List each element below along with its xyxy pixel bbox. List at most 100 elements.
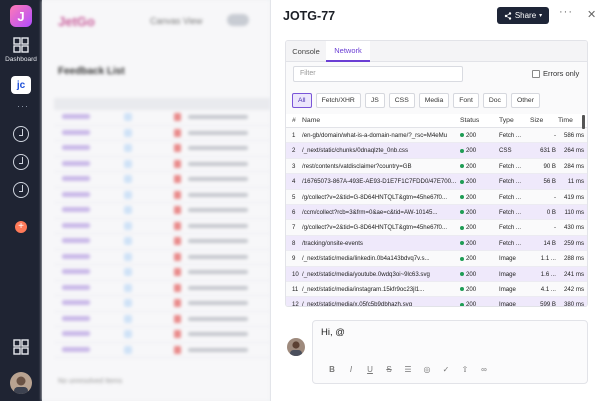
filter-js[interactable]: JS bbox=[364, 93, 385, 108]
comment-input[interactable]: Hi, @ B I U S ☰ ◎ ✓ ⇧ ∞ bbox=[312, 320, 588, 384]
close-icon[interactable]: ✕ bbox=[587, 8, 596, 21]
table-row[interactable]: 11/_next/static/media/instagram.15kfr9oc… bbox=[286, 282, 587, 298]
table-row[interactable]: 5/g/collect?v=2&tid=G-8D64HNTQLT&gtm=45h… bbox=[286, 190, 587, 205]
table-row[interactable]: 12/_next/static/media/x.05fc5b9dbhazh.sv… bbox=[286, 297, 587, 307]
workspace-active[interactable]: jc bbox=[11, 76, 31, 94]
tab-console[interactable]: Console bbox=[286, 41, 326, 62]
table-row[interactable]: 1/en-gb/domain/what-is-a-domain-name/?_r… bbox=[286, 128, 587, 144]
status-ok-icon bbox=[460, 133, 464, 138]
filter-other[interactable]: Other bbox=[510, 93, 540, 108]
table-row[interactable]: 7/g/collect?v=2&tid=G-8D64HNTQLT&gtm=45h… bbox=[286, 220, 587, 236]
request-name: /g/collect?v=2&tid=G-8D64HNTQLT&gtm=45he… bbox=[302, 193, 448, 201]
request-size: 631 B bbox=[540, 147, 556, 155]
task-icon[interactable]: ◎ bbox=[422, 365, 432, 375]
status-code: 200 bbox=[466, 193, 477, 201]
checkbox-box[interactable] bbox=[532, 69, 540, 78]
table-row[interactable] bbox=[54, 188, 270, 203]
canvas-view-toggle[interactable] bbox=[227, 14, 249, 26]
project-icon[interactable] bbox=[13, 126, 29, 142]
request-name: /en-gb/domain/what-is-a-domain-name/?_rs… bbox=[302, 132, 448, 139]
table-row[interactable]: 4/16765073-867A-493E-AE93-D1E7F1C7FDD0/4… bbox=[286, 174, 587, 190]
table-row[interactable] bbox=[54, 327, 270, 343]
table-row[interactable] bbox=[54, 234, 270, 250]
scrollbar-thumb[interactable] bbox=[582, 115, 585, 129]
col-time[interactable]: Time bbox=[558, 114, 573, 128]
feedback-table bbox=[54, 98, 270, 358]
col-size[interactable]: Size bbox=[530, 114, 543, 128]
table-header bbox=[54, 98, 270, 110]
errors-only-checkbox[interactable]: Errors only bbox=[532, 69, 579, 78]
filter-font[interactable]: Font bbox=[453, 93, 479, 108]
request-type: Fetch ... bbox=[499, 178, 522, 186]
table-row[interactable] bbox=[54, 203, 270, 219]
status-code: 200 bbox=[466, 285, 477, 293]
status-ok-icon bbox=[460, 287, 464, 292]
status-code: 200 bbox=[466, 132, 477, 139]
table-row[interactable] bbox=[54, 126, 270, 141]
project-icon[interactable] bbox=[13, 182, 29, 198]
table-row[interactable] bbox=[54, 250, 270, 265]
filter-css[interactable]: CSS bbox=[388, 93, 415, 108]
col-type[interactable]: Type bbox=[499, 114, 514, 128]
request-time: 288 ms bbox=[564, 255, 584, 263]
more-options-icon[interactable]: ··· bbox=[559, 6, 573, 18]
type-filter-bar: All Fetch/XHR JS CSS Media Font Doc Othe… bbox=[292, 93, 540, 108]
request-name: /_next/static/media/linkedin.0b4a143bdvq… bbox=[302, 255, 430, 263]
filter-all[interactable]: All bbox=[292, 93, 312, 108]
table-row[interactable] bbox=[54, 343, 270, 358]
row-index: 2 bbox=[292, 147, 296, 155]
table-row[interactable] bbox=[54, 312, 270, 327]
filter-media[interactable]: Media bbox=[418, 93, 450, 108]
table-row[interactable] bbox=[54, 157, 270, 172]
table-row[interactable] bbox=[54, 281, 270, 296]
table-row[interactable]: 3/rest/contents/vatdisclaimer?country=GB… bbox=[286, 159, 587, 175]
app-root: J Dashboard jc ··· + JetGo Canvas View F… bbox=[0, 0, 602, 401]
request-name: /g/collect?v=2&tid=G-8D64HNTQLT&gtm=45he… bbox=[302, 224, 448, 232]
issue-title: JOTG-77 bbox=[283, 9, 336, 23]
italic-icon[interactable]: I bbox=[346, 365, 356, 375]
request-type: Fetch ... bbox=[499, 132, 522, 139]
underline-icon[interactable]: U bbox=[365, 365, 375, 375]
request-time: 284 ms bbox=[564, 162, 584, 170]
table-row[interactable] bbox=[54, 265, 270, 281]
request-name: /rest/contents/vatdisclaimer?country=GB bbox=[302, 162, 412, 170]
table-row[interactable] bbox=[54, 172, 270, 188]
list-icon[interactable]: ☰ bbox=[403, 365, 413, 375]
table-row[interactable] bbox=[54, 110, 270, 126]
col-name[interactable]: Name bbox=[302, 114, 320, 128]
user-avatar[interactable] bbox=[10, 372, 32, 394]
more-dots-icon[interactable]: ··· bbox=[17, 101, 29, 111]
row-index: 4 bbox=[292, 178, 296, 186]
col-status[interactable]: Status bbox=[460, 114, 479, 128]
table-row[interactable]: 9 /_next/static/media/linkedin.0b4a143bdv… bbox=[286, 251, 587, 267]
link-icon[interactable]: ∞ bbox=[479, 365, 489, 375]
strikethrough-icon[interactable]: S bbox=[384, 365, 394, 375]
tab-network[interactable]: Network bbox=[326, 41, 370, 62]
add-project-icon[interactable]: + bbox=[15, 221, 27, 233]
table-row[interactable] bbox=[54, 296, 270, 312]
dashboard-label: Dashboard bbox=[5, 56, 37, 63]
filter-fetch-xhr[interactable]: Fetch/XHR bbox=[315, 93, 361, 108]
request-size: 0 B bbox=[546, 208, 556, 216]
project-icon[interactable] bbox=[13, 154, 29, 170]
bold-icon[interactable]: B bbox=[327, 365, 337, 375]
table-row[interactable]: 6/ccm/collect?rcb=3&frm=0&ae=c&tid=AW-10… bbox=[286, 204, 587, 221]
table-row[interactable] bbox=[54, 219, 270, 234]
filter-input[interactable]: Filter bbox=[293, 66, 463, 82]
row-index: 1 bbox=[292, 132, 296, 139]
filter-doc[interactable]: Doc bbox=[482, 93, 507, 108]
row-index: 12 bbox=[292, 301, 299, 307]
apps-nav[interactable] bbox=[0, 339, 42, 355]
table-row[interactable]: 8/tracking/onsite-events 200 Fetch ... 14 B… bbox=[286, 235, 587, 252]
table-row[interactable]: 10/_next/static/media/youtube.0wdq3oi~9l… bbox=[286, 266, 587, 282]
app-logo[interactable]: J bbox=[10, 5, 32, 27]
table-row[interactable] bbox=[54, 141, 270, 157]
upload-icon[interactable]: ⇧ bbox=[460, 365, 470, 375]
dashboard-nav[interactable]: Dashboard bbox=[0, 37, 42, 63]
request-status: 200 bbox=[460, 174, 496, 189]
checkmark-icon[interactable]: ✓ bbox=[441, 365, 451, 375]
table-row[interactable]: 2 /_next/static/chunks/0dnaqlzte_0nb.css 2… bbox=[286, 143, 587, 159]
status-ok-icon bbox=[460, 225, 464, 230]
share-button[interactable]: Share ▾ bbox=[497, 7, 549, 24]
comment-text[interactable]: Hi, @ bbox=[321, 327, 345, 338]
